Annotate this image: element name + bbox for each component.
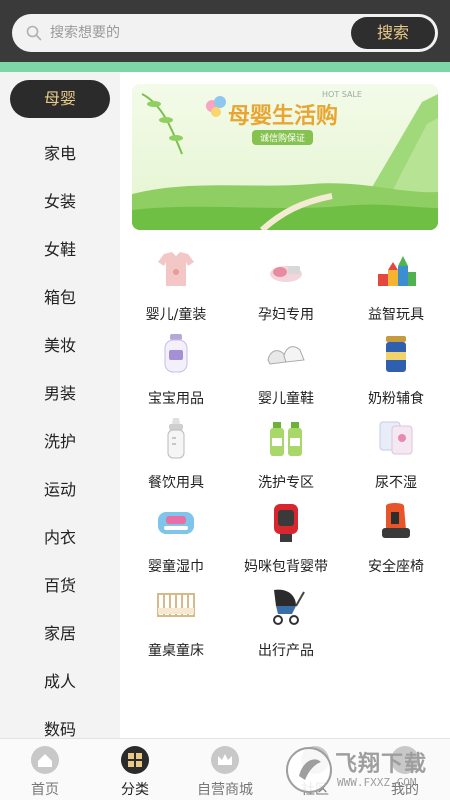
crown-icon: [211, 746, 239, 774]
category-label: 尿不湿: [375, 475, 417, 491]
sidebar-item-digital[interactable]: 数码: [0, 710, 120, 738]
baby-shoes-icon: [267, 346, 305, 365]
nav-category[interactable]: 分类: [90, 739, 180, 800]
sidebar-item-beauty[interactable]: 美妆: [0, 326, 120, 366]
category-diapers[interactable]: 尿不湿: [344, 416, 448, 496]
category-mommy-bag-carrier[interactable]: 妈咪包背婴带: [234, 500, 338, 580]
sidebar-item-womens-shoes[interactable]: 女鞋: [0, 230, 120, 270]
search-box[interactable]: 搜索想要的 搜索: [12, 14, 438, 52]
sidebar-item-sports[interactable]: 运动: [0, 470, 120, 510]
home-icon: [31, 746, 59, 774]
nav-label: 首页: [31, 782, 59, 798]
category-wash-care[interactable]: 洗护专区: [234, 416, 338, 496]
baby-lotion-icon: [164, 334, 188, 373]
banner-subtitle: 诚信购保证: [252, 130, 314, 145]
category-label: 益智玩具: [368, 307, 424, 323]
sidebar-item-underwear[interactable]: 内衣: [0, 518, 120, 558]
category-kids-furniture[interactable]: 童桌童床: [124, 584, 228, 664]
detergent-bottles-icon: [270, 422, 302, 456]
category-label: 童桌童床: [148, 643, 204, 659]
category-label: 餐饮用具: [148, 475, 204, 491]
sidebar-item-womens-wear[interactable]: 女装: [0, 182, 120, 222]
category-label: 婴儿童鞋: [258, 391, 314, 407]
nav-label: 分类: [121, 782, 149, 798]
category-label: 孕妇专用: [258, 307, 314, 323]
category-educational-toys[interactable]: 益智玩具: [344, 248, 448, 328]
sidebar-item-mens-wear[interactable]: 男装: [0, 374, 120, 414]
search-button[interactable]: 搜索: [351, 17, 435, 49]
banner-tag: HOT SALE: [322, 90, 362, 99]
category-baby-shoes[interactable]: 婴儿童鞋: [234, 332, 338, 412]
nav-self-mall[interactable]: 自营商城: [180, 739, 270, 800]
baby-clothes-icon: [158, 252, 194, 286]
category-baby-wipes[interactable]: 婴童湿巾: [124, 500, 228, 580]
wet-wipes-icon: [158, 512, 194, 534]
search-input[interactable]: 搜索想要的: [50, 14, 350, 52]
crib-icon: [157, 593, 195, 617]
sidebar-item-general[interactable]: 百货: [0, 566, 120, 606]
toy-blocks-icon: [378, 256, 416, 286]
accent-strip: [0, 62, 450, 72]
sidebar-item-maternity[interactable]: 母婴: [10, 80, 110, 118]
category-label: 奶粉辅食: [368, 391, 424, 407]
sidebar-item-bags[interactable]: 箱包: [0, 278, 120, 318]
site-watermark: 飞翔下载 WWW.FXXZ.COM: [285, 742, 445, 798]
nav-label: 自营商城: [197, 782, 253, 798]
maternity-icon: [270, 266, 302, 282]
category-sidebar: 母婴 家电 女装 女鞋 箱包 美妆 男装 洗护 运动 内衣 百货 家居 成人 数…: [0, 72, 120, 738]
category-icon: [121, 746, 149, 774]
promo-banner[interactable]: 母婴生活购 HOT SALE 诚信购保证: [132, 84, 438, 230]
category-maternity[interactable]: 孕妇专用: [234, 248, 338, 328]
search-icon: [26, 25, 42, 41]
baby-bottle-icon: [167, 418, 185, 459]
sidebar-item-care[interactable]: 洗护: [0, 422, 120, 462]
car-seat-icon: [382, 503, 410, 538]
category-label: 宝宝用品: [148, 391, 204, 407]
category-baby-supplies[interactable]: 宝宝用品: [124, 332, 228, 412]
stroller-icon: [273, 589, 305, 625]
category-label: 婴儿/童装: [145, 307, 207, 323]
category-feeding-utensils[interactable]: 餐饮用具: [124, 416, 228, 496]
formula-can-icon: [386, 336, 406, 372]
banner-title: 母婴生活购: [228, 104, 339, 129]
category-formula-food[interactable]: 奶粉辅食: [344, 332, 448, 412]
category-baby-clothes[interactable]: 婴儿/童装: [124, 248, 228, 328]
watermark-url: WWW.FXXZ.COM: [337, 776, 417, 789]
sidebar-item-home[interactable]: 家居: [0, 614, 120, 654]
category-label: 妈咪包背婴带: [244, 559, 328, 575]
category-safety-seat[interactable]: 安全座椅: [344, 500, 448, 580]
category-label: 安全座椅: [368, 559, 424, 575]
sidebar-item-appliances[interactable]: 家电: [0, 134, 120, 174]
category-label: 洗护专区: [258, 475, 314, 491]
category-label: 出行产品: [258, 643, 314, 659]
sidebar-item-adult[interactable]: 成人: [0, 662, 120, 702]
baby-carrier-icon: [274, 504, 298, 542]
diaper-pack-icon: [379, 421, 413, 455]
category-travel-products[interactable]: 出行产品: [234, 584, 338, 664]
category-label: 婴童湿巾: [148, 559, 204, 575]
nav-home[interactable]: 首页: [0, 739, 90, 800]
watermark-brand: 飞翔下载: [335, 752, 428, 777]
top-bar: 搜索想要的 搜索: [0, 0, 450, 62]
